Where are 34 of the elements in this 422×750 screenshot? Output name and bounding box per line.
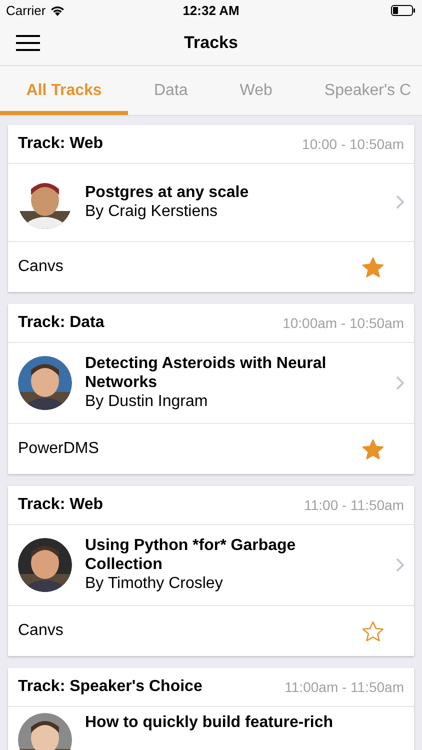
star-icon[interactable] (362, 256, 384, 278)
wifi-icon (50, 4, 65, 16)
room-label: PowerDMS (18, 440, 99, 458)
session-title: Using Python *for* Garbage Collection (85, 536, 297, 574)
chevron-icon (396, 376, 404, 390)
track-label: Track: Web (18, 496, 104, 514)
session-time: 10:00 - 10:50am (302, 136, 404, 152)
session-row[interactable]: Detecting Asteroids with Neural Networks By Dustin Ingram (8, 343, 414, 424)
chevron-icon (396, 558, 404, 572)
carrier-label: Carrier (6, 2, 46, 18)
session-title: Postgres at any scale (85, 183, 250, 202)
session-time: 10:00am - 10:50am (282, 315, 404, 331)
room-label: Canvs (18, 622, 64, 640)
star-icon[interactable] (362, 438, 384, 460)
room-label: Canvs (18, 258, 64, 276)
session-row[interactable]: Using Python *for* Garbage Collection By Timothy Crosley (8, 525, 414, 606)
track-label: Track: Web (18, 135, 104, 153)
star-icon[interactable] (362, 620, 384, 642)
speaker-name: By Dustin Ingram (85, 392, 209, 411)
clock-time: 12:32 AM (182, 2, 240, 18)
session-time: 11:00am - 11:50am (284, 679, 404, 695)
session-title: Detecting Asteroids with Neural Networks (85, 354, 328, 392)
session-row[interactable]: How to quickly build feature-rich (8, 707, 414, 750)
session-title: How to quickly build feature-rich (85, 713, 334, 732)
session-row[interactable]: Postgres at any scale By Craig Kerstiens (8, 164, 414, 242)
battery-icon (391, 4, 416, 16)
session-time: 11:00 - 11:50am (304, 497, 404, 513)
menu-icon[interactable] (16, 34, 40, 52)
speaker-name: By Timothy Crosley (85, 574, 224, 593)
track-label: Track: Data (18, 314, 104, 332)
chevron-icon (396, 195, 404, 209)
speaker-name: By Craig Kerstiens (85, 202, 218, 221)
screen-title: Tracks (183, 32, 239, 52)
track-label: Track: Speaker's Choice (18, 678, 202, 696)
